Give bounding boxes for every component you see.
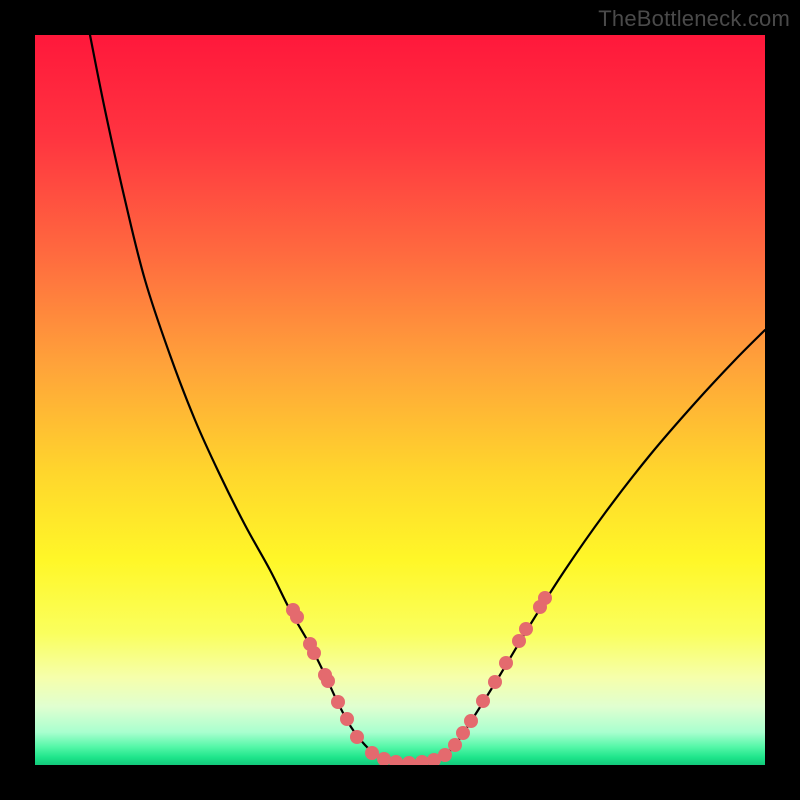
- data-dot: [464, 714, 478, 728]
- data-dot: [350, 730, 364, 744]
- data-dot: [499, 656, 513, 670]
- data-dot: [538, 591, 552, 605]
- data-dot: [448, 738, 462, 752]
- data-dot: [307, 646, 321, 660]
- attribution-text: TheBottleneck.com: [598, 6, 790, 32]
- chart-frame: TheBottleneck.com: [0, 0, 800, 800]
- v-curve: [90, 35, 765, 763]
- data-dot: [438, 748, 452, 762]
- data-dot: [321, 674, 335, 688]
- data-dot: [402, 756, 416, 765]
- data-dot: [340, 712, 354, 726]
- data-dot: [389, 755, 403, 765]
- data-dot: [519, 622, 533, 636]
- plot-area: [35, 35, 765, 765]
- data-dot: [476, 694, 490, 708]
- data-dot: [512, 634, 526, 648]
- data-dot: [488, 675, 502, 689]
- data-dots: [286, 591, 552, 765]
- data-dot: [365, 746, 379, 760]
- chart-svg: [35, 35, 765, 765]
- data-dot: [456, 726, 470, 740]
- data-dot: [290, 610, 304, 624]
- data-dot: [415, 755, 429, 765]
- data-dot: [377, 752, 391, 765]
- data-dot: [331, 695, 345, 709]
